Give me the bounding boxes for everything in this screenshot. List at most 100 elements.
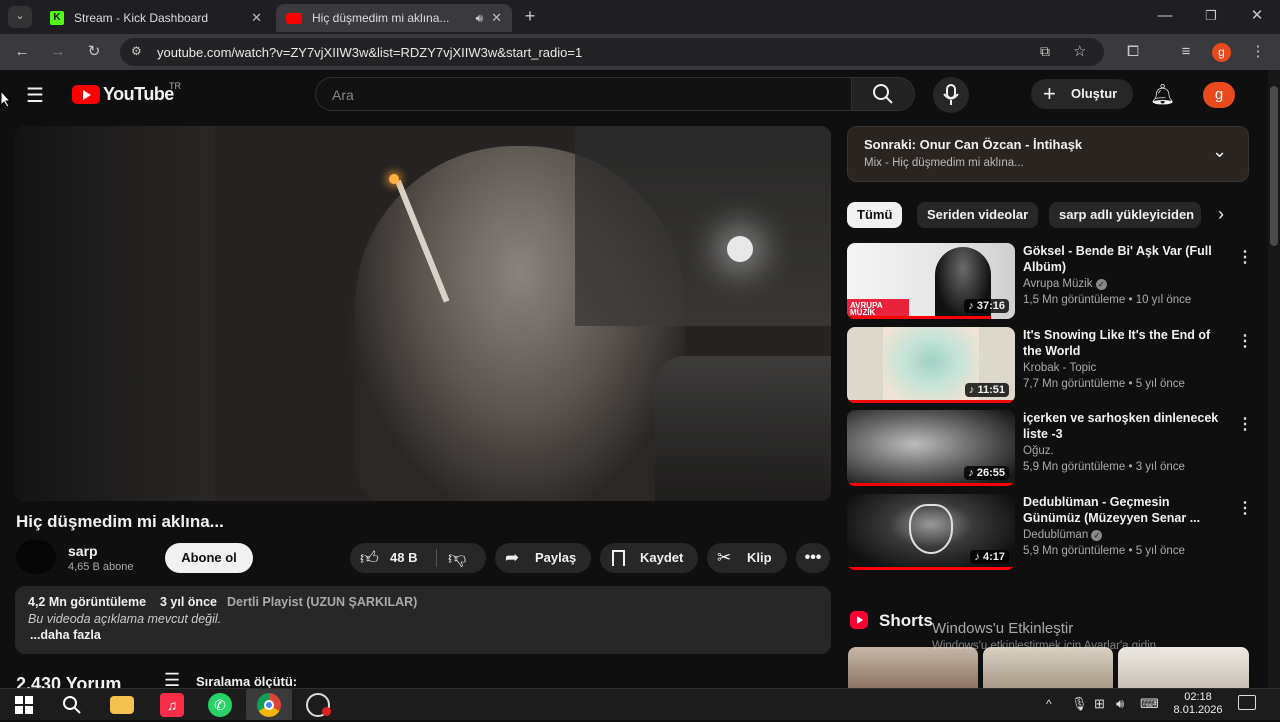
hamburger-menu-icon[interactable]: ☰ xyxy=(26,83,44,108)
like-icon[interactable]: 👍︎ xyxy=(360,543,379,573)
address-bar[interactable]: ⚙ youtube.com/watch?v=ZY7vjXIIW3w&list=R… xyxy=(120,38,1104,66)
more-options-icon[interactable]: ⋮ xyxy=(1237,498,1253,518)
extensions-icon[interactable]: ⧠ xyxy=(1123,42,1143,62)
media-control-icon[interactable]: ≡ xyxy=(1176,42,1196,62)
short-thumbnail[interactable] xyxy=(848,647,978,688)
tab-title: Stream - Kick Dashboard xyxy=(74,11,209,25)
subscribe-button[interactable]: Abone ol xyxy=(165,543,253,573)
back-icon[interactable]: ← xyxy=(12,42,32,62)
video-thumbnail[interactable]: AVRUPA MÜZİK ♪ 37:16 xyxy=(847,243,1015,319)
search-input[interactable]: Ara xyxy=(315,77,852,111)
short-thumbnail[interactable] xyxy=(1118,647,1249,688)
bookmark-star-icon[interactable]: ☆ xyxy=(1073,42,1086,60)
create-button[interactable]: + Oluştur xyxy=(1031,79,1133,109)
forward-icon[interactable]: → xyxy=(48,42,68,62)
watch-progress xyxy=(847,567,1015,570)
profile-avatar[interactable]: g xyxy=(1212,43,1231,62)
minimize-icon[interactable]: — xyxy=(1155,6,1175,26)
video-title[interactable]: Göksel - Bende Bi' Aşk Var (Full Albüm) xyxy=(1023,243,1227,275)
list-item[interactable]: ♪ 26:55 içerken ve sarhoşken dinlenecek … xyxy=(847,410,1253,488)
page-scrollbar[interactable] xyxy=(1268,70,1280,688)
video-title[interactable]: Dedublüman - Geçmesin Günümüz (Müzeyyen … xyxy=(1023,494,1227,526)
channel-avatar[interactable] xyxy=(16,540,56,574)
list-item[interactable]: ♪ 4:17 Dedublüman - Geçmesin Günümüz (Mü… xyxy=(847,494,1253,572)
chevron-down-icon[interactable]: ⌄ xyxy=(1212,141,1227,162)
chrome-taskbar-button[interactable] xyxy=(246,689,292,720)
video-player[interactable] xyxy=(15,126,831,501)
browser-menu-icon[interactable]: ⋮ xyxy=(1248,42,1268,62)
account-avatar[interactable]: g xyxy=(1203,82,1235,108)
microphone-icon xyxy=(943,84,959,105)
chip-series-videos[interactable]: Seriden videolar xyxy=(917,202,1039,228)
video-title[interactable]: It's Snowing Like It's the End of the Wo… xyxy=(1023,327,1227,359)
video-thumbnail[interactable]: ♪ 4:17 xyxy=(847,494,1015,570)
taskbar-clock[interactable]: 02:18 8.01.2026 xyxy=(1170,691,1226,717)
share-button[interactable]: ➦ Paylaş xyxy=(495,543,591,573)
browser-tab-bar: ⌄ K Stream - Kick Dashboard ✕ Hiç düşmed… xyxy=(0,0,1280,34)
channel-name[interactable]: sarp xyxy=(68,543,98,559)
duration: 4:17 xyxy=(982,551,1005,563)
clip-button[interactable]: ✂ Klip xyxy=(707,543,787,573)
tab-kick-dashboard[interactable]: K Stream - Kick Dashboard ✕ xyxy=(40,4,272,32)
tray-microphone-icon[interactable]: 🎙︎ xyxy=(1071,696,1088,712)
list-item[interactable]: ♪ 11:51 It's Snowing Like It's the End o… xyxy=(847,327,1253,405)
close-tab-icon[interactable]: ✕ xyxy=(251,10,262,26)
tab-search-icon[interactable]: ⌄ xyxy=(8,6,32,28)
notification-center-icon[interactable] xyxy=(1238,695,1256,710)
video-title[interactable]: içerken ve sarhoşken dinlenecek liste -3 xyxy=(1023,410,1227,442)
up-next-title: Sonraki: Onur Can Özcan - İntihaşk xyxy=(864,137,1083,152)
chip-from-uploader[interactable]: sarp adlı yükleyiciden xyxy=(1049,202,1201,228)
channel-name[interactable]: Dedublüman ✓ xyxy=(1023,529,1103,541)
chip-all[interactable]: Tümü xyxy=(847,202,903,228)
more-options-icon[interactable]: ⋮ xyxy=(1237,414,1253,434)
playlist-link[interactable]: Dertli Playist (UZUN ŞARKILAR) xyxy=(227,595,417,609)
search-icon[interactable] xyxy=(60,693,84,717)
whatsapp-icon[interactable]: ✆ xyxy=(208,693,232,717)
youtube-logo-text[interactable]: YouTube xyxy=(103,84,174,105)
voice-search-button[interactable] xyxy=(933,77,969,113)
description-box[interactable]: 4,2 Mn görüntüleme 3 yıl önce Dertli Pla… xyxy=(15,586,831,654)
obs-icon[interactable] xyxy=(306,693,331,717)
notifications-bell-icon[interactable]: 🔔︎ xyxy=(1150,82,1175,107)
sort-label[interactable]: Sıralama ölçütü: xyxy=(196,674,297,689)
video-thumbnail[interactable]: ♪ 26:55 xyxy=(847,410,1015,486)
install-app-icon[interactable]: ⧉ xyxy=(1040,43,1050,60)
video-thumbnail[interactable]: ♪ 11:51 xyxy=(847,327,1015,403)
short-thumbnail[interactable] xyxy=(983,647,1113,688)
list-item[interactable]: AVRUPA MÜZİK ♪ 37:16 Göksel - Bende Bi' … xyxy=(847,243,1253,321)
channel-name[interactable]: Oğuz. xyxy=(1023,445,1054,457)
channel-name[interactable]: Krobak - Topic xyxy=(1023,362,1096,374)
show-more-link[interactable]: ...daha fazla xyxy=(30,628,101,642)
channel-label: Avrupa Müzik xyxy=(1023,278,1093,290)
more-options-icon[interactable]: ⋮ xyxy=(1237,247,1253,267)
chevron-right-icon[interactable]: › xyxy=(1218,204,1224,225)
save-button[interactable]: Kaydet xyxy=(600,543,698,573)
restore-icon[interactable]: ❐ xyxy=(1201,6,1221,26)
youtube-logo-icon[interactable] xyxy=(72,85,100,104)
activation-watermark-text: Windows'u etkinleştirmek için Ayarlar'a … xyxy=(932,640,1160,652)
reload-icon[interactable]: ↻ xyxy=(84,42,104,62)
close-window-icon[interactable]: ✕ xyxy=(1247,6,1267,26)
tray-volume-icon[interactable]: 🔊︎ xyxy=(1116,696,1124,712)
tray-keyboard-icon[interactable]: ⌨ xyxy=(1140,696,1159,712)
site-info-icon[interactable]: ⚙ xyxy=(131,44,142,58)
music-app-icon[interactable]: ♫ xyxy=(160,693,184,717)
tab-youtube-video[interactable]: Hiç düşmedim mi aklına... 🔊︎ ✕ xyxy=(276,4,512,32)
video-frame-shadow xyxy=(15,126,215,501)
speaker-icon[interactable]: 🔊︎ xyxy=(476,11,484,26)
like-count[interactable]: 48 B xyxy=(390,543,417,573)
search-button[interactable] xyxy=(851,77,915,111)
close-tab-icon[interactable]: ✕ xyxy=(491,10,502,26)
windows-start-icon[interactable] xyxy=(12,693,36,717)
recording-dot xyxy=(322,707,331,716)
scrollbar-thumb[interactable] xyxy=(1270,86,1278,246)
more-actions-icon[interactable]: ••• xyxy=(796,543,830,573)
more-options-icon[interactable]: ⋮ xyxy=(1237,331,1253,351)
tray-chevron-icon[interactable]: ^ xyxy=(1046,697,1052,711)
up-next-panel[interactable]: Sonraki: Onur Can Özcan - İntihaşk Mix -… xyxy=(847,126,1249,182)
new-tab-icon[interactable]: + xyxy=(520,6,540,26)
tray-network-icon[interactable]: ⊞ xyxy=(1094,696,1105,712)
file-explorer-icon[interactable] xyxy=(110,696,134,714)
channel-name[interactable]: Avrupa Müzik ✓ xyxy=(1023,278,1107,290)
dislike-icon[interactable]: 👎︎ xyxy=(448,543,466,573)
